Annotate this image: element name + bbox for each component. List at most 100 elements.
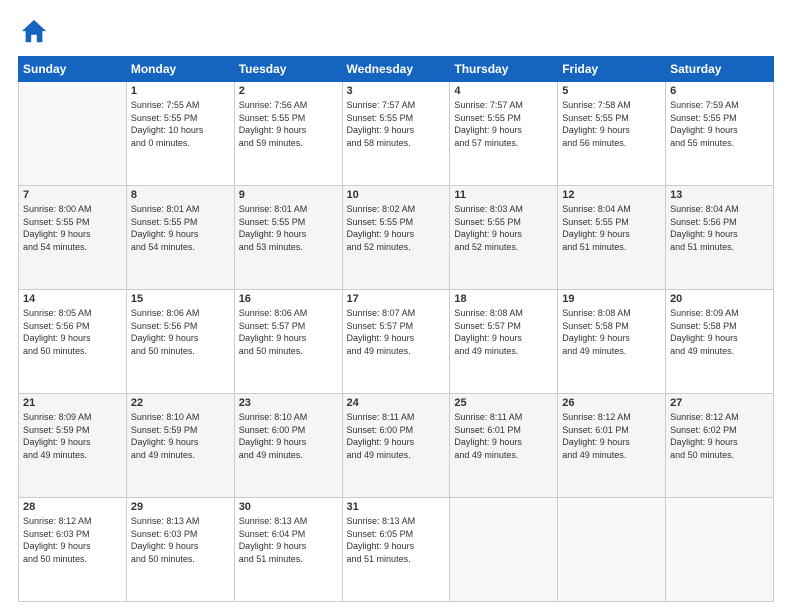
calendar-cell: 25 Sunrise: 8:11 AMSunset: 6:01 PMDayligh… (450, 394, 558, 498)
day-info: Sunrise: 8:04 AMSunset: 5:55 PMDaylight:… (562, 203, 661, 253)
day-number: 13 (670, 189, 769, 201)
day-info: Sunrise: 8:12 AMSunset: 6:02 PMDaylight:… (670, 411, 769, 461)
day-number: 5 (562, 85, 661, 97)
day-info: Sunrise: 8:13 AMSunset: 6:04 PMDaylight:… (239, 515, 338, 565)
day-info: Sunrise: 8:11 AMSunset: 6:01 PMDaylight:… (454, 411, 553, 461)
day-info: Sunrise: 8:02 AMSunset: 5:55 PMDaylight:… (347, 203, 446, 253)
day-number: 9 (239, 189, 338, 201)
calendar-cell: 16 Sunrise: 8:06 AMSunset: 5:57 PMDayligh… (234, 290, 342, 394)
day-info: Sunrise: 7:56 AMSunset: 5:55 PMDaylight:… (239, 99, 338, 149)
calendar-cell: 1 Sunrise: 7:55 AMSunset: 5:55 PMDaylight… (126, 82, 234, 186)
weekday-header: Sunday (19, 57, 127, 82)
day-number: 21 (23, 397, 122, 409)
day-number: 3 (347, 85, 446, 97)
day-info: Sunrise: 8:01 AMSunset: 5:55 PMDaylight:… (239, 203, 338, 253)
logo (18, 18, 52, 46)
calendar-cell: 4 Sunrise: 7:57 AMSunset: 5:55 PMDaylight… (450, 82, 558, 186)
calendar-cell (19, 82, 127, 186)
logo-icon (20, 18, 48, 46)
day-number: 19 (562, 293, 661, 305)
calendar-cell: 11Sunrise: 8:03 AMSunset: 5:55 PMDayligh… (450, 186, 558, 290)
day-info: Sunrise: 8:09 AMSunset: 5:59 PMDaylight:… (23, 411, 122, 461)
weekday-header: Tuesday (234, 57, 342, 82)
calendar-week-row: 7 Sunrise: 8:00 AMSunset: 5:55 PMDaylight… (19, 186, 774, 290)
calendar-cell: 23 Sunrise: 8:10 AMSunset: 6:00 PMDayligh… (234, 394, 342, 498)
calendar-cell: 18Sunrise: 8:08 AMSunset: 5:57 PMDayligh… (450, 290, 558, 394)
day-number: 30 (239, 501, 338, 513)
calendar-cell: 14 Sunrise: 8:05 AMSunset: 5:56 PMDayligh… (19, 290, 127, 394)
page: SundayMondayTuesdayWednesdayThursdayFrid… (0, 0, 792, 612)
calendar-cell: 2 Sunrise: 7:56 AMSunset: 5:55 PMDaylight… (234, 82, 342, 186)
day-info: Sunrise: 8:08 AMSunset: 5:58 PMDaylight:… (562, 307, 661, 357)
calendar-cell: 3 Sunrise: 7:57 AMSunset: 5:55 PMDaylight… (342, 82, 450, 186)
day-info: Sunrise: 7:57 AMSunset: 5:55 PMDaylight:… (454, 99, 553, 149)
calendar-week-row: 14 Sunrise: 8:05 AMSunset: 5:56 PMDayligh… (19, 290, 774, 394)
calendar-cell (558, 498, 666, 602)
day-info: Sunrise: 8:06 AMSunset: 5:56 PMDaylight:… (131, 307, 230, 357)
day-info: Sunrise: 7:58 AMSunset: 5:55 PMDaylight:… (562, 99, 661, 149)
calendar-cell: 8 Sunrise: 8:01 AMSunset: 5:55 PMDaylight… (126, 186, 234, 290)
day-number: 29 (131, 501, 230, 513)
day-info: Sunrise: 8:09 AMSunset: 5:58 PMDaylight:… (670, 307, 769, 357)
day-number: 25 (454, 397, 553, 409)
calendar-cell: 29 Sunrise: 8:13 AMSunset: 6:03 PMDayligh… (126, 498, 234, 602)
day-info: Sunrise: 8:01 AMSunset: 5:55 PMDaylight:… (131, 203, 230, 253)
day-info: Sunrise: 8:05 AMSunset: 5:56 PMDaylight:… (23, 307, 122, 357)
calendar-cell: 5 Sunrise: 7:58 AMSunset: 5:55 PMDaylight… (558, 82, 666, 186)
day-number: 17 (347, 293, 446, 305)
day-number: 10 (347, 189, 446, 201)
day-number: 14 (23, 293, 122, 305)
calendar-cell: 22Sunrise: 8:10 AMSunset: 5:59 PMDayligh… (126, 394, 234, 498)
day-number: 27 (670, 397, 769, 409)
calendar-cell: 12Sunrise: 8:04 AMSunset: 5:55 PMDayligh… (558, 186, 666, 290)
calendar-cell: 27 Sunrise: 8:12 AMSunset: 6:02 PMDayligh… (666, 394, 774, 498)
calendar-cell: 7 Sunrise: 8:00 AMSunset: 5:55 PMDaylight… (19, 186, 127, 290)
calendar-cell: 15 Sunrise: 8:06 AMSunset: 5:56 PMDayligh… (126, 290, 234, 394)
day-info: Sunrise: 8:13 AMSunset: 6:03 PMDaylight:… (131, 515, 230, 565)
day-number: 15 (131, 293, 230, 305)
weekday-header: Monday (126, 57, 234, 82)
calendar-header-row: SundayMondayTuesdayWednesdayThursdayFrid… (19, 57, 774, 82)
calendar-cell: 17 Sunrise: 8:07 AMSunset: 5:57 PMDayligh… (342, 290, 450, 394)
day-info: Sunrise: 8:06 AMSunset: 5:57 PMDaylight:… (239, 307, 338, 357)
day-info: Sunrise: 8:00 AMSunset: 5:55 PMDaylight:… (23, 203, 122, 253)
calendar-cell (666, 498, 774, 602)
day-number: 28 (23, 501, 122, 513)
day-number: 22 (131, 397, 230, 409)
weekday-header: Saturday (666, 57, 774, 82)
day-number: 1 (131, 85, 230, 97)
day-number: 16 (239, 293, 338, 305)
day-info: Sunrise: 8:10 AMSunset: 6:00 PMDaylight:… (239, 411, 338, 461)
calendar-cell: 30 Sunrise: 8:13 AMSunset: 6:04 PMDayligh… (234, 498, 342, 602)
calendar-week-row: 21 Sunrise: 8:09 AMSunset: 5:59 PMDayligh… (19, 394, 774, 498)
day-info: Sunrise: 8:11 AMSunset: 6:00 PMDaylight:… (347, 411, 446, 461)
calendar-cell: 10 Sunrise: 8:02 AMSunset: 5:55 PMDayligh… (342, 186, 450, 290)
day-number: 18 (454, 293, 553, 305)
weekday-header: Wednesday (342, 57, 450, 82)
calendar-cell: 28 Sunrise: 8:12 AMSunset: 6:03 PMDayligh… (19, 498, 127, 602)
day-number: 8 (131, 189, 230, 201)
day-number: 11 (454, 189, 553, 201)
day-number: 20 (670, 293, 769, 305)
calendar-cell: 20 Sunrise: 8:09 AMSunset: 5:58 PMDayligh… (666, 290, 774, 394)
calendar-cell: 9 Sunrise: 8:01 AMSunset: 5:55 PMDaylight… (234, 186, 342, 290)
day-number: 24 (347, 397, 446, 409)
day-info: Sunrise: 8:13 AMSunset: 6:05 PMDaylight:… (347, 515, 446, 565)
day-number: 31 (347, 501, 446, 513)
day-number: 4 (454, 85, 553, 97)
calendar-table: SundayMondayTuesdayWednesdayThursdayFrid… (18, 56, 774, 602)
calendar-week-row: 28 Sunrise: 8:12 AMSunset: 6:03 PMDayligh… (19, 498, 774, 602)
day-info: Sunrise: 8:12 AMSunset: 6:03 PMDaylight:… (23, 515, 122, 565)
calendar-cell: 13Sunrise: 8:04 AMSunset: 5:56 PMDayligh… (666, 186, 774, 290)
day-number: 23 (239, 397, 338, 409)
calendar-cell (450, 498, 558, 602)
day-number: 2 (239, 85, 338, 97)
day-info: Sunrise: 7:57 AMSunset: 5:55 PMDaylight:… (347, 99, 446, 149)
day-info: Sunrise: 8:07 AMSunset: 5:57 PMDaylight:… (347, 307, 446, 357)
day-info: Sunrise: 8:12 AMSunset: 6:01 PMDaylight:… (562, 411, 661, 461)
day-info: Sunrise: 7:55 AMSunset: 5:55 PMDaylight:… (131, 99, 230, 149)
header (18, 18, 774, 46)
day-number: 7 (23, 189, 122, 201)
day-number: 6 (670, 85, 769, 97)
calendar-cell: 6Sunrise: 7:59 AMSunset: 5:55 PMDaylight… (666, 82, 774, 186)
